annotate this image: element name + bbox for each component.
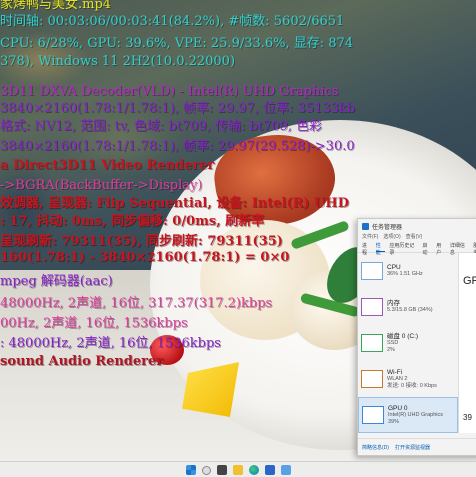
- resource-item-text: 磁盘 0 (C:) SSD 2%: [387, 333, 418, 354]
- osd-line: : 17, 抖动: 0ms, 同步偏移: 0/0ms, 刷新率: [0, 214, 265, 229]
- fewer-details-link[interactable]: 简略信息(D): [362, 444, 389, 451]
- resource-item-name: CPU: [387, 264, 401, 271]
- resource-item-line2: 36% 1.51 GHz: [387, 271, 423, 277]
- resource-item-wifi[interactable]: Wi-Fi WLAN 2 发送: 0 接收: 0 Kbps: [358, 361, 458, 397]
- osd-line: mpeg 解码器(aac): [0, 274, 113, 289]
- menu-options[interactable]: 选项(O): [383, 233, 400, 242]
- osd-line: 3840×2160(1.78:1/1.78:1), 帧率: 29.97, 位率:…: [0, 101, 356, 116]
- detail-value: 39: [463, 413, 472, 422]
- osd-line: 160(1.78:1) - 3840×2160(1.78:1) = 0×0: [0, 250, 290, 265]
- osd-line: 3840×2160(1.78:1/1.78:1), 帧率: 29.97(29.5…: [0, 139, 355, 154]
- osd-line: 呈现刷新: 79311(35), 同步刷新: 79311(35): [0, 234, 283, 249]
- mini-graph-icon: [362, 406, 384, 424]
- taskbar: [0, 461, 476, 477]
- osd-line: : 48000Hz, 2声道, 16位, 1536kbps: [0, 336, 221, 351]
- resource-item-mem[interactable]: 内存 5.3/15.8 GB (34%): [358, 289, 458, 325]
- resource-item-line2: SSD: [387, 339, 399, 346]
- resource-item-line3: 发送: 0 接收: 0 Kbps: [387, 382, 437, 389]
- resource-item-line3: 39%: [388, 418, 400, 425]
- osd-line: 时间轴: 00:03:06/00:03:41(84.2%), #帧数: 5602…: [0, 14, 345, 29]
- osd-line: 00Hz, 2声道, 16位, 1536kbps: [0, 316, 188, 331]
- task-manager-footer: 简略信息(D) 打开资源监视器: [358, 438, 476, 455]
- resource-list: CPU 36% 1.51 GHz 内存 5.3/15.8 GB (34%) 磁盘 0 (…: [358, 253, 458, 433]
- osd-line: CPU: 6/28%, GPU: 39.6%, VPE: 25.9/33.6%,…: [0, 36, 354, 51]
- task-view-icon[interactable]: [216, 465, 227, 475]
- resource-item-text: GPU 0 Intel(R) UHD Graphics 39%: [388, 405, 443, 426]
- mini-graph-icon: [361, 334, 383, 352]
- file-explorer-icon[interactable]: [232, 465, 243, 475]
- task-manager-title: 任务管理器: [372, 224, 403, 231]
- tab-0[interactable]: 进程: [362, 242, 372, 256]
- resource-item-line2: WLAN 2: [387, 375, 408, 382]
- store-icon[interactable]: [264, 465, 275, 475]
- osd-line: 3D11 DXVA Decoder(VLD) - Intel(R) UHD Gr…: [0, 84, 339, 99]
- tab-3[interactable]: 启动: [422, 242, 432, 256]
- resource-item-text: CPU 36% 1.51 GHz: [387, 264, 423, 278]
- osd-line: 效调器, 呈现器: Flip Sequential, 设备: Intel(R) …: [0, 196, 349, 211]
- osd-line: ->BGRA(BackBuffer->Display): [0, 178, 203, 193]
- task-manager-menu: 文件(F) 选项(O) 查看(V): [358, 233, 476, 242]
- osd-line: 家烤鸭与美女.mp4: [0, 0, 112, 12]
- resource-item-line2: 5.3/15.8 GB (34%): [387, 307, 433, 313]
- resource-item-text: Wi-Fi WLAN 2 发送: 0 接收: 0 Kbps: [387, 369, 437, 390]
- edge-icon[interactable]: [248, 465, 259, 475]
- detail-title: GPU: [463, 275, 476, 287]
- resource-item-name: GPU 0: [388, 404, 408, 412]
- start-icon[interactable]: [185, 465, 196, 475]
- task-manager-window[interactable]: 任务管理器 文件(F) 选项(O) 查看(V) 进程 性能 应用历史记录 启动 用户 详细…: [357, 218, 476, 456]
- task-manager-tabs: 进程性能应用历史记录启动用户详细信息服务: [358, 242, 476, 256]
- video-player-window[interactable]: 家烤鸭与美女.mp4 时间轴: 00:03:06/00:03:41(84.2%),…: [0, 0, 476, 477]
- resource-item-name: 磁盘 0 (C:): [387, 332, 419, 340]
- gpu-detail-pane: GPU 39: [458, 253, 476, 433]
- osd-line: 格式: NV12, 范围: tv, 色域: bt709, 传输: bt709, …: [0, 119, 323, 134]
- osd-line: 48000Hz, 2声道, 16位, 317.37(317.2)kbps: [0, 296, 273, 311]
- search-icon[interactable]: [201, 465, 211, 475]
- osd-line: a Direct3D11 Video Renderer: [0, 158, 215, 173]
- resource-item-name: Wi-Fi: [387, 368, 403, 376]
- resource-item-disk[interactable]: 磁盘 0 (C:) SSD 2%: [358, 325, 458, 361]
- tab-5[interactable]: 详细信息: [450, 242, 469, 256]
- task-manager-titlebar[interactable]: 任务管理器: [358, 219, 476, 233]
- resource-item-line2: Intel(R) UHD Graphics: [388, 411, 444, 418]
- resource-item-name: 内存: [387, 300, 400, 307]
- mini-graph-icon: [361, 262, 383, 280]
- tab-4[interactable]: 用户: [436, 242, 446, 256]
- open-resource-monitor-link[interactable]: 打开资源监视器: [395, 444, 430, 451]
- mini-graph-icon: [361, 298, 383, 316]
- resource-item-text: 内存 5.3/15.8 GB (34%): [387, 300, 433, 314]
- tab-1[interactable]: 性能: [375, 242, 386, 256]
- performance-panel: CPU 36% 1.51 GHz 内存 5.3/15.8 GB (34%) 磁盘 0 (…: [358, 253, 476, 433]
- menu-file[interactable]: 文件(F): [362, 233, 378, 242]
- resource-item-cpu[interactable]: CPU 36% 1.51 GHz: [358, 253, 458, 289]
- tab-2[interactable]: 应用历史记录: [389, 242, 418, 256]
- task-manager-icon[interactable]: [280, 465, 291, 475]
- mini-graph-icon: [361, 370, 383, 388]
- task-manager-icon: [362, 222, 369, 230]
- menu-view[interactable]: 查看(V): [406, 233, 423, 242]
- resource-item-line3: 2%: [387, 346, 395, 353]
- resource-item-gpu[interactable]: GPU 0 Intel(R) UHD Graphics 39%: [358, 397, 458, 433]
- osd-line: sound Audio Renderer: [0, 354, 164, 369]
- osd-line: 378), Windows 11 2H2(10.0.22000): [0, 54, 236, 69]
